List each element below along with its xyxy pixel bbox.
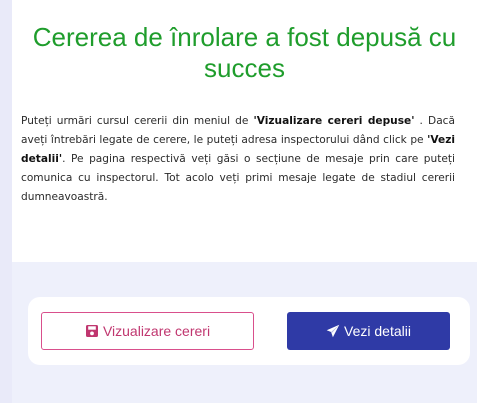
save-icon [85,324,99,338]
instructions-part-3: . Pe pagina respectivă veți găsi o secți… [21,153,455,203]
view-details-label: Vezi detalii [344,323,411,339]
view-details-button[interactable]: Vezi detalii [287,312,450,350]
view-requests-label: Vizualizare cereri [102,323,211,339]
instructions-text: Puteți urmări cursul cererii din meniul … [21,112,455,207]
content-panel: Cererea de înrolare a fost depusă cu suc… [12,0,477,403]
view-requests-button[interactable]: Vizualizare cereri [41,312,254,350]
paper-plane-icon [326,324,340,338]
instructions-menu-name: 'Vizualizare cereri depuse' [253,115,415,127]
actions-card: Vizualizare cereri Vezi detalii [28,297,470,365]
success-message-card: Cererea de înrolare a fost depusă cu suc… [12,0,477,262]
page-title: Cererea de înrolare a fost depusă cu suc… [32,22,457,83]
instructions-part-1: Puteți urmări cursul cererii din meniul … [21,115,254,127]
